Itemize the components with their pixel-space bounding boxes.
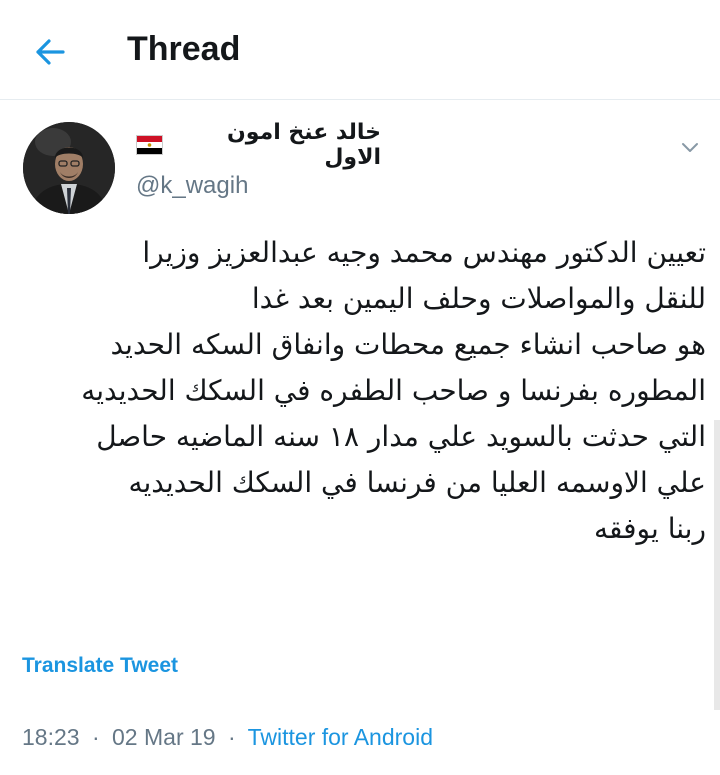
tweet-time: 18:23 [22,724,80,750]
display-name-row: خالد عنخ امون الاول [136,120,381,170]
tweet-options-button[interactable] [676,134,704,162]
scrollbar[interactable] [714,420,720,710]
user-handle: @k_wagih [136,172,249,199]
tweet-text-line: تعيين الدكتور مهندس محمد وجيه عبدالعزيز … [142,236,706,269]
tweet-text-line: ربنا يوفقه [593,512,706,545]
meta-separator: · [227,724,236,750]
egypt-flag-icon [136,135,163,155]
back-button[interactable] [30,32,70,72]
tweet-text-line: علي الاوسمه العليا من فرنسا في السكك الح… [128,466,706,499]
avatar[interactable] [23,122,115,214]
tweet-source-link[interactable]: Twitter for Android [248,724,433,750]
tweet-meta: 18:23 · 02 Mar 19 · Twitter for Android [22,724,433,751]
translate-tweet-link[interactable]: Translate Tweet [22,654,178,678]
page-title: Thread [127,30,241,68]
tweet-text-line: للنقل والمواصلات وحلف اليمين بعد غدا [251,282,706,315]
tweet-text-line: هو صاحب انشاء جميع محطات وانفاق السكه ال… [110,328,706,361]
avatar-image [23,122,115,214]
user-info[interactable]: خالد عنخ امون الاول @k_wagih [136,120,381,200]
meta-separator: · [91,724,100,750]
tweet-text-line: التي حدثت بالسويد علي مدار ١٨ سنه الماضي… [96,420,706,453]
tweet-text-line: المطوره بفرنسا و صاحب الطفره في السكك ال… [81,374,706,407]
display-name: خالد عنخ امون الاول [227,120,381,170]
arrow-left-icon [36,39,65,65]
chevron-down-icon [682,143,698,152]
tweet: خالد عنخ امون الاول @k_wagih تعيين الدكت… [0,100,720,775]
app-header: Thread [0,0,720,100]
tweet-text: تعيين الدكتور مهندس محمد وجيه عبدالعزيز … [22,230,706,552]
tweet-date: 02 Mar 19 [112,724,216,750]
